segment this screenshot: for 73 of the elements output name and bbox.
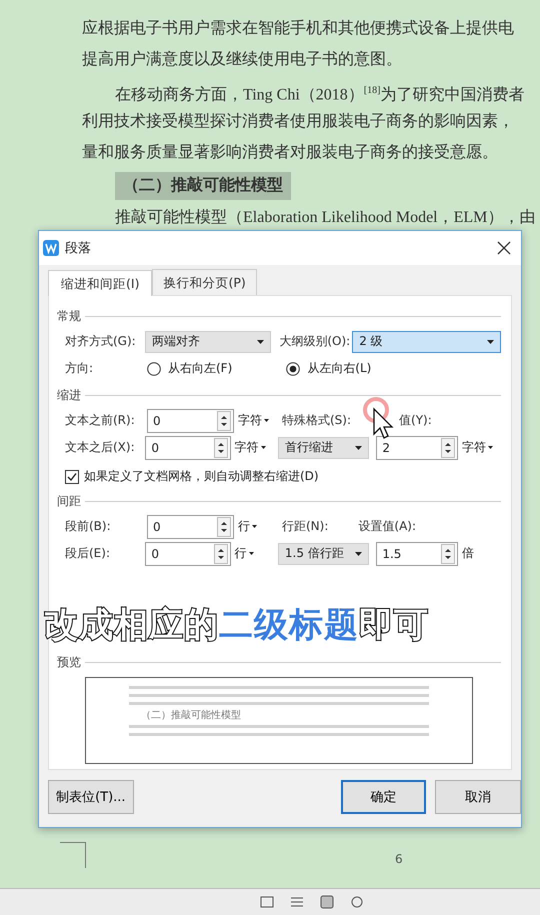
field-label: 大纲级别(O): — [279, 333, 350, 350]
section-label: 预览 — [57, 654, 81, 670]
field-label: 值(Y): — [399, 412, 432, 429]
close-icon[interactable] — [497, 241, 511, 255]
unit-label: 倍 — [462, 545, 475, 562]
unit-dropdown[interactable]: 行 — [238, 518, 278, 535]
unit-dropdown[interactable]: 字符 — [234, 439, 274, 456]
spin-arrows-icon — [214, 438, 228, 458]
body-text-line: 利用技术接受模型探讨消费者使用服装电子商务的影响因素， — [82, 112, 514, 132]
caret-icon — [488, 446, 493, 449]
spin-arrows-icon — [217, 410, 231, 430]
spin-arrows-icon — [440, 438, 455, 458]
caret-icon — [355, 446, 362, 450]
spin-field[interactable]: 0 — [147, 408, 234, 432]
spin-arrows-icon — [440, 544, 455, 564]
section-label: 间距 — [57, 492, 81, 510]
field-label: 文本之前(R): — [65, 412, 136, 429]
cursor-icon — [361, 397, 395, 441]
section-label: 常规 — [57, 308, 81, 324]
caret-icon — [252, 525, 257, 528]
body-text-line: 在移动商务方面，Ting Chi（2018）$^{[18]}$为了研究中国消费者 — [115, 84, 524, 106]
section-heading: （二）推敲可能性模型 — [115, 172, 291, 200]
field-label: 对齐方式(G): — [65, 333, 137, 350]
toolbar-icon[interactable] — [290, 895, 304, 909]
body-text-line: 推敲可能性模型（Elaboration Likelihood Model，ELM），由 — [115, 208, 536, 228]
caret-icon — [260, 446, 266, 449]
page-number: 6 — [395, 852, 403, 866]
toolbar-icon[interactable] — [260, 895, 274, 909]
spin-field[interactable]: 1.5 — [376, 542, 458, 566]
field-label: 特殊格式(S): — [282, 412, 352, 429]
radio-option[interactable]: 从左向右(L) — [286, 360, 372, 377]
dropdown[interactable]: 2 级 — [352, 330, 501, 352]
unit-dropdown[interactable]: 行 — [234, 545, 274, 562]
spin-field[interactable]: 0 — [147, 514, 234, 538]
toolbar-icon[interactable] — [320, 895, 334, 909]
caret-icon — [355, 552, 362, 556]
unit-dropdown[interactable]: 字符 — [238, 412, 278, 429]
radio-option[interactable]: 从右向左(F) — [147, 360, 232, 377]
body-text-line: 应根据电子书用户需求在智能手机和其他便携式设备上提供电 — [82, 18, 514, 39]
spin-field[interactable]: 0 — [145, 436, 231, 460]
spin-arrows-icon — [214, 544, 228, 564]
field-label: 段后(E): — [65, 545, 111, 562]
field-label: 方向: — [65, 360, 94, 377]
section-label: 缩进 — [57, 386, 81, 404]
field-label: 段前(B): — [65, 518, 112, 535]
app-logo-icon — [43, 240, 59, 256]
caret-icon — [264, 419, 269, 422]
dialog-button[interactable]: 确定 — [340, 780, 426, 814]
dropdown[interactable]: 首行缩进 — [278, 436, 370, 458]
tab[interactable]: 换行和分页(P) — [152, 269, 257, 295]
field-label: 设置值(A): — [358, 518, 416, 535]
dialog-button[interactable]: 取消 — [435, 780, 521, 814]
unit-dropdown[interactable]: 字符 — [462, 439, 501, 456]
crop-mark-icon — [60, 842, 86, 868]
caret-icon — [487, 340, 494, 344]
dropdown[interactable]: 1.5 倍行距 — [278, 542, 370, 564]
checkbox[interactable]: 如果定义了文档网格，则自动调整右缩进(D) — [65, 468, 319, 485]
tab[interactable]: 缩进和间距(I) — [48, 270, 152, 296]
spin-arrows-icon — [217, 516, 231, 536]
caret-icon — [257, 340, 264, 344]
dropdown[interactable]: 两端对齐 — [145, 330, 272, 352]
preview-heading: （二）推敲可能性模型 — [141, 708, 241, 722]
dialog-button[interactable]: 制表位(T)... — [48, 780, 134, 814]
toolbar-icon[interactable] — [350, 895, 364, 909]
field-label: 文本之后(X): — [65, 439, 136, 456]
field-label: 行距(N): — [282, 518, 328, 535]
spin-field[interactable]: 2 — [376, 436, 458, 460]
video-caption: 改成相应的二级标题即可 — [44, 604, 429, 647]
spin-field[interactable]: 0 — [145, 542, 231, 566]
body-text-line: 提高用户满意度以及继续使用电子书的意图。 — [82, 50, 402, 70]
dialog-title: 段落 — [65, 240, 92, 257]
caret-icon — [248, 552, 254, 555]
body-text-line: 量和服务质量显著影响消费者对服装电子商务的接受意愿。 — [82, 142, 498, 163]
